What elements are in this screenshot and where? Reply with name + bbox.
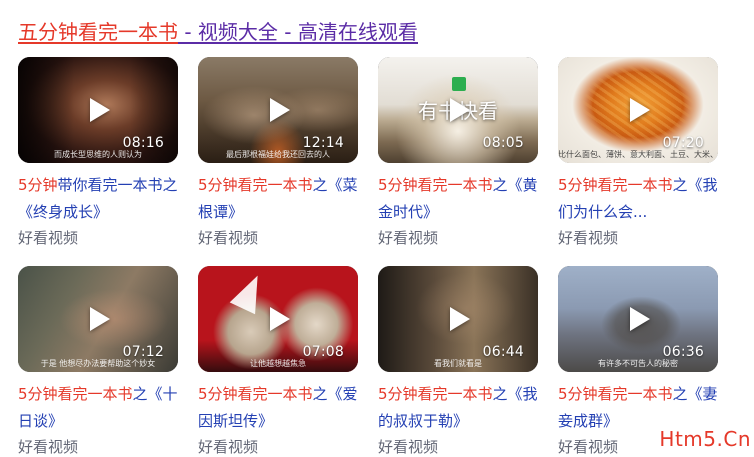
video-card[interactable]: 比什么面包、薄饼、意大利面、土豆、大米、谷物等等 07:20 5分钟看完一本书之… <box>558 57 718 248</box>
video-title[interactable]: 5分钟看完一本书之《菜根谭》 <box>198 172 358 226</box>
video-title[interactable]: 5分钟看完一本书之《我们为什么会... <box>558 172 718 226</box>
video-source: 好看视频 <box>18 438 79 456</box>
video-thumbnail[interactable]: 而成长型思维的人则认为 08:16 <box>18 57 178 163</box>
watermark: Htm5.Cn <box>659 427 751 451</box>
title-highlight: 5分钟看完一本书 <box>198 385 313 403</box>
video-thumbnail[interactable]: 最后那根福娃给我还回去的人 12:14 <box>198 57 358 163</box>
play-icon <box>450 307 470 331</box>
title-highlight: 5分钟看完一本书 <box>378 176 493 194</box>
title-highlight: 5分钟 <box>18 176 58 194</box>
video-title[interactable]: 5分钟看完一本书之《十日谈》 <box>18 381 178 435</box>
video-source: 好看视频 <box>18 229 79 247</box>
play-icon <box>270 307 290 331</box>
video-source: 好看视频 <box>558 229 619 247</box>
video-duration: 08:05 <box>482 135 524 151</box>
video-thumbnail[interactable]: 有书快看 08:05 <box>378 57 538 163</box>
logo-icon <box>452 77 466 91</box>
video-card[interactable]: 最后那根福娃给我还回去的人 12:14 5分钟看完一本书之《菜根谭》 好看视频 <box>198 57 358 248</box>
video-duration: 12:14 <box>302 135 344 151</box>
video-card[interactable]: 而成长型思维的人则认为 08:16 5分钟带你看完一本书之《终身成长》 好看视频 <box>18 57 178 248</box>
play-icon <box>450 98 470 122</box>
title-highlight: 5分钟看完一本书 <box>378 385 493 403</box>
title-keyword: 五分钟看完一本书 <box>18 20 178 44</box>
title-highlight: 5分钟看完一本书 <box>558 385 673 403</box>
video-grid: 而成长型思维的人则认为 08:16 5分钟带你看完一本书之《终身成长》 好看视频… <box>18 57 718 457</box>
video-thumbnail[interactable]: 看我们就看是 06:44 <box>378 266 538 372</box>
play-icon <box>90 98 110 122</box>
video-title[interactable]: 5分钟带你看完一本书之《终身成长》 <box>18 172 178 226</box>
video-source: 好看视频 <box>198 438 259 456</box>
video-duration: 06:44 <box>482 344 524 360</box>
video-source: 好看视频 <box>378 438 439 456</box>
title-rest: - 视频大全 - 高清在线观看 <box>178 20 418 44</box>
play-icon <box>630 98 650 122</box>
video-card[interactable]: 有书快看 08:05 5分钟看完一本书之《黄金时代》 好看视频 <box>378 57 538 248</box>
title-highlight: 5分钟看完一本书 <box>198 176 313 194</box>
search-result-title-link[interactable]: 五分钟看完一本书 - 视频大全 - 高清在线观看 <box>18 18 418 46</box>
play-icon <box>270 98 290 122</box>
video-title[interactable]: 5分钟看完一本书之《我的叔叔于勒》 <box>378 381 538 435</box>
video-card[interactable]: 让他越想越焦急 07:08 5分钟看完一本书之《爱因斯坦传》 好看视频 <box>198 266 358 457</box>
video-title[interactable]: 5分钟看完一本书之《爱因斯坦传》 <box>198 381 358 435</box>
video-source: 好看视频 <box>198 229 259 247</box>
play-icon <box>630 307 650 331</box>
title-highlight: 5分钟看完一本书 <box>558 176 673 194</box>
video-duration: 08:16 <box>122 135 164 151</box>
video-duration: 07:20 <box>662 135 704 151</box>
video-source: 好看视频 <box>378 229 439 247</box>
video-card[interactable]: 看我们就看是 06:44 5分钟看完一本书之《我的叔叔于勒》 好看视频 <box>378 266 538 457</box>
video-thumbnail[interactable]: 让他越想越焦急 07:08 <box>198 266 358 372</box>
video-card[interactable]: 于是 他想尽办法要帮助这个妙女 07:12 5分钟看完一本书之《十日谈》 好看视… <box>18 266 178 457</box>
video-thumbnail[interactable]: 有许多不可告人的秘密 06:36 <box>558 266 718 372</box>
video-title[interactable]: 5分钟看完一本书之《黄金时代》 <box>378 172 538 226</box>
video-thumbnail[interactable]: 比什么面包、薄饼、意大利面、土豆、大米、谷物等等 07:20 <box>558 57 718 163</box>
video-duration: 07:08 <box>302 344 344 360</box>
video-thumbnail[interactable]: 于是 他想尽办法要帮助这个妙女 07:12 <box>18 266 178 372</box>
play-icon <box>90 307 110 331</box>
video-duration: 06:36 <box>662 344 704 360</box>
title-highlight: 5分钟看完一本书 <box>18 385 133 403</box>
video-duration: 07:12 <box>122 344 164 360</box>
